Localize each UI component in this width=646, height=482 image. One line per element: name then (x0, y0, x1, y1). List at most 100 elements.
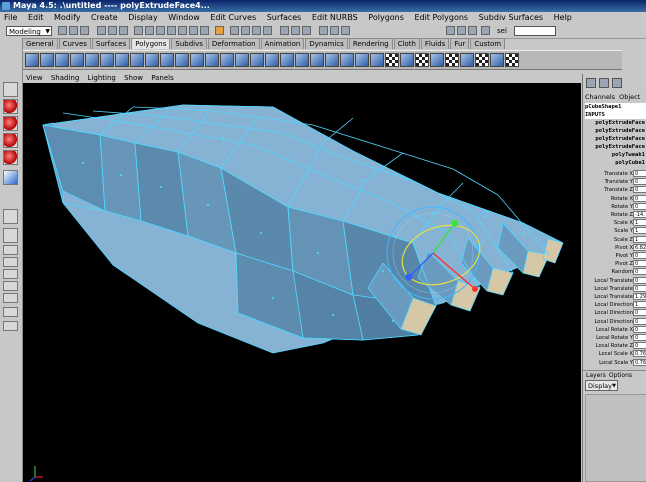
channel-label[interactable]: Rotate X (611, 195, 633, 203)
channel-label[interactable]: Random (612, 268, 633, 276)
render-globals-icon[interactable] (341, 26, 350, 35)
channel-value-field[interactable]: 0 (633, 284, 646, 292)
attribute-editor-mode-icon[interactable] (612, 78, 622, 88)
shelf-tool-icon[interactable] (25, 53, 39, 67)
channel-box-toggle-icon[interactable] (468, 26, 477, 35)
menu-subdiv-surfaces[interactable]: Subdiv Surfaces (479, 13, 543, 22)
shelf-tool-icon[interactable] (190, 53, 204, 67)
shelf-tool-icon[interactable] (130, 53, 144, 67)
channel-label[interactable]: Local Direction (594, 301, 633, 309)
tool-settings-icon[interactable] (457, 26, 466, 35)
history-node-item[interactable]: polyExtrudeFace (585, 119, 646, 127)
menu-create[interactable]: Create (91, 13, 118, 22)
outliner-layout-icon[interactable] (3, 293, 18, 303)
channel-label[interactable]: Local Scale X (599, 350, 633, 358)
channel-value-field[interactable]: 0 (633, 252, 646, 259)
shelf-tool-icon[interactable] (505, 53, 519, 67)
shelf-tool-icon[interactable] (85, 53, 99, 67)
single-perspective-layout-icon[interactable] (3, 209, 18, 224)
panel-menu-show[interactable]: Show (124, 74, 143, 82)
shelf-tool-icon[interactable] (295, 53, 309, 67)
panel-menu-view[interactable]: View (26, 74, 43, 82)
menu-edit-polygons[interactable]: Edit Polygons (414, 13, 468, 22)
channel-value-field[interactable]: 0 (633, 268, 646, 276)
four-view-layout-icon[interactable] (3, 228, 18, 243)
shelf-tool-icon[interactable] (145, 53, 159, 67)
shelf-tool-icon[interactable] (205, 53, 219, 67)
shelf-tool-icon[interactable] (445, 53, 459, 67)
panel-menu-lighting[interactable]: Lighting (88, 74, 116, 82)
shelf-tool-icon[interactable] (460, 53, 474, 67)
channel-label[interactable]: Local Rotate Z (596, 342, 633, 350)
shelf-tool-icon[interactable] (370, 53, 384, 67)
history-node-item[interactable]: polyExtrudeFace (585, 143, 646, 151)
shelf-tool-icon[interactable] (355, 53, 369, 67)
channels-menu[interactable]: Channels (585, 93, 615, 101)
move-tool-icon[interactable] (3, 116, 18, 131)
channel-value-field[interactable]: 0 (633, 170, 646, 177)
channel-value-field[interactable]: 0 (633, 178, 646, 186)
tab-animation[interactable]: Animation (260, 38, 305, 49)
snap-grid-icon[interactable] (230, 26, 239, 35)
panel-menu-shading[interactable]: Shading (51, 74, 79, 82)
render-current-frame-icon[interactable] (319, 26, 328, 35)
lasso-tool-icon[interactable] (3, 99, 18, 114)
history-node-item[interactable]: polyExtrudeFace (585, 127, 646, 135)
menu-edit-nurbs[interactable]: Edit NURBS (312, 13, 358, 22)
shelf-tool-icon[interactable] (430, 53, 444, 67)
select-hierarchy-icon[interactable] (97, 26, 106, 35)
persp-outliner-layout-icon[interactable] (3, 245, 18, 255)
tab-custom[interactable]: Custom (470, 38, 506, 49)
channel-label[interactable]: Pivot X (615, 244, 633, 252)
channel-label[interactable]: Pivot Z (615, 260, 633, 268)
mask-dynamics-icon[interactable] (189, 26, 198, 35)
open-scene-icon[interactable] (69, 26, 78, 35)
channel-box-mode-icon[interactable] (586, 78, 596, 88)
channel-label[interactable]: Local Translate (594, 277, 633, 285)
channel-label[interactable]: Scale Y (614, 227, 633, 235)
shelf-tool-icon[interactable] (175, 53, 189, 67)
channel-value-field[interactable]: 0.76 (633, 358, 646, 366)
shelf-tool-icon[interactable] (40, 53, 54, 67)
channel-label[interactable]: Pivot Y (615, 252, 633, 260)
toolbox-expand-icon[interactable] (3, 321, 18, 331)
channel-value-field[interactable]: 1.29 (633, 293, 646, 300)
snap-point-icon[interactable] (252, 26, 261, 35)
history-node-item[interactable]: polyTweak1 (585, 151, 646, 159)
channel-value-field[interactable]: 0 (633, 276, 646, 284)
shelf-tool-icon[interactable] (310, 53, 324, 67)
shape-node-item[interactable]: pCubeShape1 (585, 103, 646, 111)
new-scene-icon[interactable] (58, 26, 67, 35)
menu-surfaces[interactable]: Surfaces (267, 13, 302, 22)
channel-value-field[interactable]: 0 (633, 260, 646, 268)
channel-label[interactable]: Local Direction (594, 309, 633, 317)
hypershade-layout-icon[interactable] (3, 269, 18, 279)
object-menu[interactable]: Object (619, 93, 640, 101)
channel-value-field[interactable]: 0 (633, 194, 646, 202)
save-scene-icon[interactable] (80, 26, 89, 35)
tab-dynamics[interactable]: Dynamics (305, 38, 348, 49)
tab-curves[interactable]: Curves (58, 38, 91, 49)
tab-surfaces[interactable]: Surfaces (91, 38, 131, 49)
mask-rendering-icon[interactable] (200, 26, 209, 35)
channel-label[interactable]: Rotate Z (611, 211, 633, 219)
layers-menu[interactable]: Layers (586, 372, 606, 379)
menu-modify[interactable]: Modify (54, 13, 81, 22)
shelf-tool-icon[interactable] (250, 53, 264, 67)
channel-label[interactable]: Translate X (604, 170, 633, 178)
tab-rendering[interactable]: Rendering (348, 38, 393, 49)
shelf-tool-icon[interactable] (115, 53, 129, 67)
layer-editor-mode-icon[interactable] (599, 78, 609, 88)
render-layout-icon[interactable] (3, 281, 18, 291)
persp-graph-layout-icon[interactable] (3, 257, 18, 267)
channel-label[interactable]: Local Scale Y (599, 359, 633, 367)
channel-value-field[interactable]: 6.82 (633, 243, 646, 251)
shelf-tool-icon[interactable] (265, 53, 279, 67)
shelf-tool-icon[interactable] (340, 53, 354, 67)
channel-label[interactable]: Local Translate (594, 285, 633, 293)
channel-value-field[interactable]: 0 (633, 202, 646, 210)
channel-value-field[interactable]: 0 (633, 317, 646, 325)
menu-edit[interactable]: Edit (28, 13, 44, 22)
channel-value-field[interactable]: 0 (633, 309, 646, 317)
menu-help[interactable]: Help (554, 13, 572, 22)
